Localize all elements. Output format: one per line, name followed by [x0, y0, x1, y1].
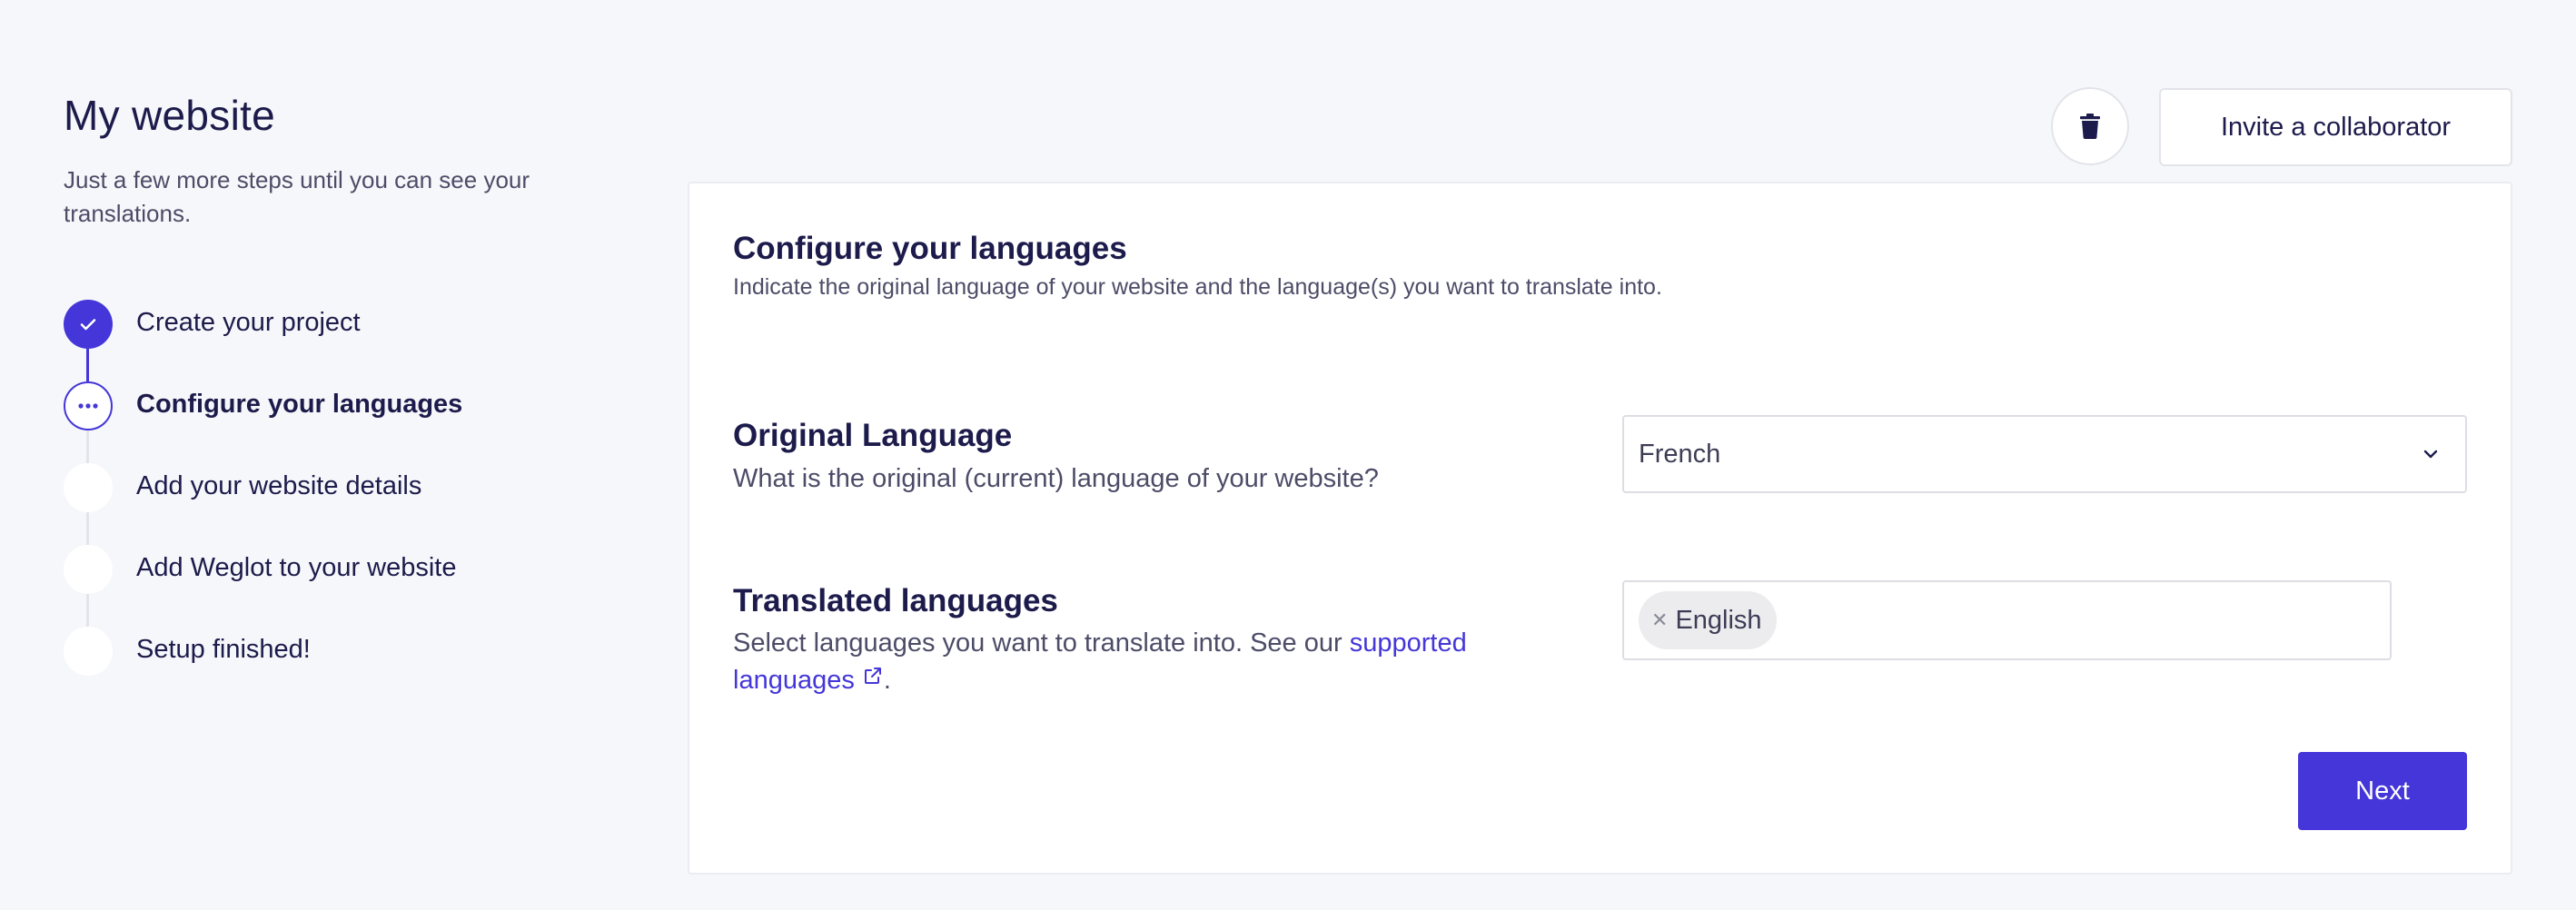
close-icon[interactable]: ✕: [1651, 610, 1668, 630]
translated-languages-label: Translated languages: [733, 583, 1058, 618]
tag-label: English: [1675, 605, 1762, 635]
external-link-icon: [864, 668, 881, 684]
ellipsis-icon: [64, 381, 113, 430]
check-icon: [64, 300, 113, 349]
sidebar-header: My website Just a few more steps until y…: [64, 91, 609, 231]
chevron-down-icon: [2423, 450, 2438, 459]
translated-languages-input[interactable]: ✕ English: [1622, 580, 2392, 660]
page-subtitle: Just a few more steps until you can see …: [64, 166, 530, 227]
original-language-label: Original Language: [733, 418, 1013, 453]
step-configure-languages: Configure your languages: [64, 381, 609, 432]
step-setup-finished: Setup finished!: [64, 627, 609, 678]
step-create-project: Create your project: [64, 300, 609, 351]
step-pending-icon: [64, 463, 113, 512]
step-label: Create your project: [136, 308, 361, 337]
delete-project-button[interactable]: [2051, 87, 2129, 165]
step-label: Add your website details: [136, 471, 422, 500]
select-value: French: [1639, 440, 1721, 469]
original-language-select[interactable]: French: [1622, 415, 2467, 493]
language-tag: ✕ English: [1639, 591, 1777, 649]
configure-languages-card: Configure your languages Indicate the or…: [688, 182, 2512, 875]
card-title: Configure your languages: [733, 231, 1127, 266]
step-pending-icon: [64, 545, 113, 594]
card-description: Indicate the original language of your w…: [733, 274, 1662, 300]
step-add-weglot: Add Weglot to your website: [64, 545, 609, 596]
translated-languages-help: Select languages you want to translate i…: [733, 625, 1532, 699]
step-connector: [86, 594, 89, 627]
step-label: Add Weglot to your website: [136, 553, 457, 582]
step-connector: [86, 512, 89, 545]
step-label: Setup finished!: [136, 635, 311, 664]
step-website-details: Add your website details: [64, 463, 609, 514]
step-label: Configure your languages: [136, 390, 463, 419]
original-language-help: What is the original (current) language …: [733, 464, 1379, 493]
next-button[interactable]: Next: [2298, 752, 2467, 830]
step-connector: [86, 349, 89, 381]
step-pending-icon: [64, 627, 113, 676]
step-connector: [86, 430, 89, 463]
page-title: My website: [64, 92, 276, 139]
invite-collaborator-button[interactable]: Invite a collaborator: [2159, 88, 2512, 166]
trash-icon: [2080, 114, 2100, 139]
setup-steps: Create your project Configure your langu…: [64, 300, 609, 681]
help-text: Select languages you want to translate i…: [733, 628, 1350, 658]
help-suffix: .: [883, 666, 891, 695]
